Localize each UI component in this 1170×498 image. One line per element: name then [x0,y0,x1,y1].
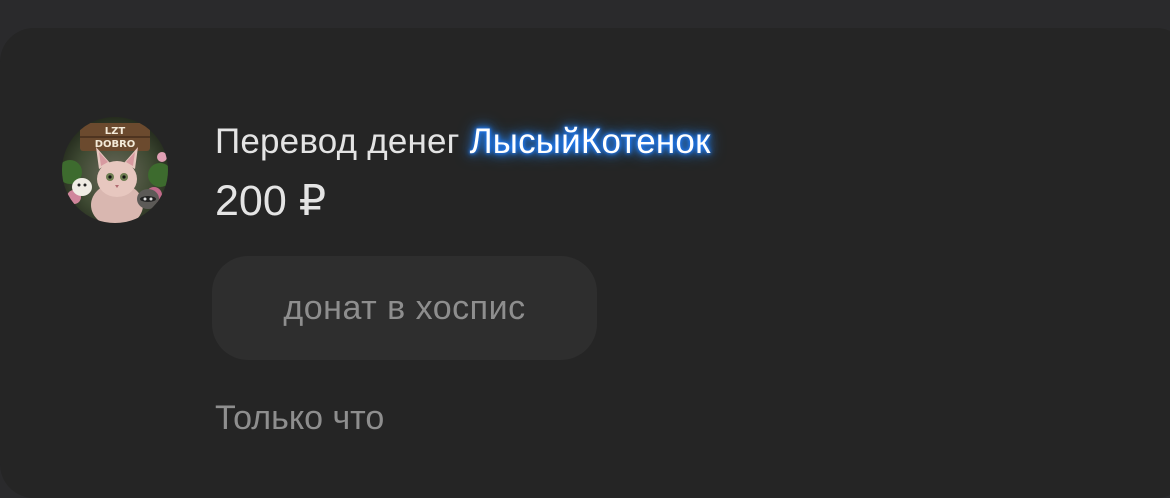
transfer-title: Перевод денег ЛысыйКотенок [215,120,711,164]
transfer-notification-card[interactable]: LZT DOBRO Перевод денег ЛысыйКотенок 200… [0,28,1170,498]
svg-text:DOBRO: DOBRO [95,139,136,150]
transfer-comment-text: донат в хоспис [283,288,526,327]
transfer-comment-bubble: донат в хоспис [212,256,597,360]
transfer-amount: 200 ₽ [215,177,327,225]
transfer-title-prefix: Перевод денег [215,122,470,161]
recipient-nickname[interactable]: ЛысыйКотенок [470,122,711,161]
sender-avatar[interactable]: LZT DOBRO [62,117,168,223]
cat-avatar-icon: LZT DOBRO [62,117,168,223]
svg-text:LZT: LZT [105,126,126,137]
transfer-timestamp: Только что [215,399,385,437]
